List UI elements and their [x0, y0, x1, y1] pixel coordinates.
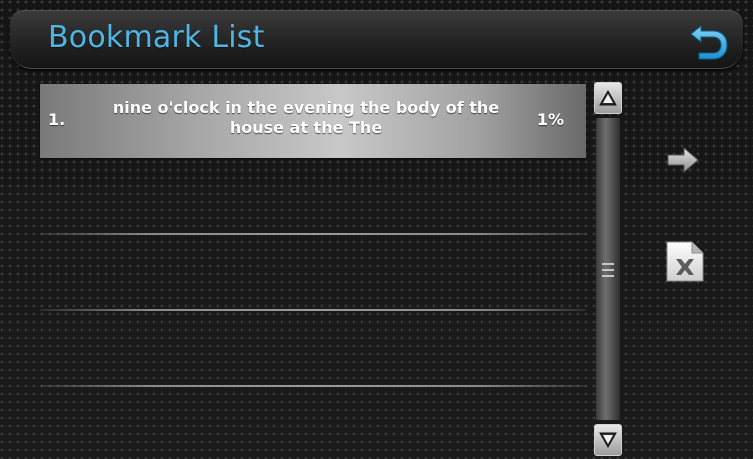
delete-file-icon: [666, 241, 704, 282]
empty-bookmark-slot[interactable]: [40, 160, 586, 232]
delete-bookmark-button[interactable]: [664, 238, 706, 284]
scroll-grip-icon[interactable]: [601, 260, 615, 280]
empty-bookmark-slot[interactable]: [40, 236, 586, 308]
scroll-up-button[interactable]: [594, 82, 622, 114]
back-button[interactable]: [685, 16, 733, 64]
bookmark-list-screen: Bookmark List 1. nine o'clock in the eve…: [0, 0, 753, 459]
scrollbar[interactable]: [592, 82, 624, 456]
scroll-down-button[interactable]: [594, 424, 622, 456]
header-bar: Bookmark List: [10, 10, 743, 69]
go-to-bookmark-button[interactable]: [664, 140, 704, 180]
bookmark-percent: 1%: [536, 110, 564, 129]
scroll-down-triangle-icon: [599, 432, 617, 449]
undo-arrow-icon: [690, 24, 728, 60]
empty-bookmark-slot[interactable]: [40, 312, 586, 384]
list-divider: [40, 385, 586, 387]
bookmark-text: nine o'clock in the evening the body of …: [112, 98, 500, 137]
page-title: Bookmark List: [48, 20, 265, 55]
list-divider: [40, 233, 586, 235]
right-arrow-icon: [667, 146, 699, 174]
bookmark-row[interactable]: 1. nine o'clock in the evening the body …: [40, 84, 586, 158]
list-divider: [40, 309, 586, 311]
bookmark-index: 1.: [48, 110, 66, 129]
scroll-up-triangle-icon: [599, 89, 617, 106]
